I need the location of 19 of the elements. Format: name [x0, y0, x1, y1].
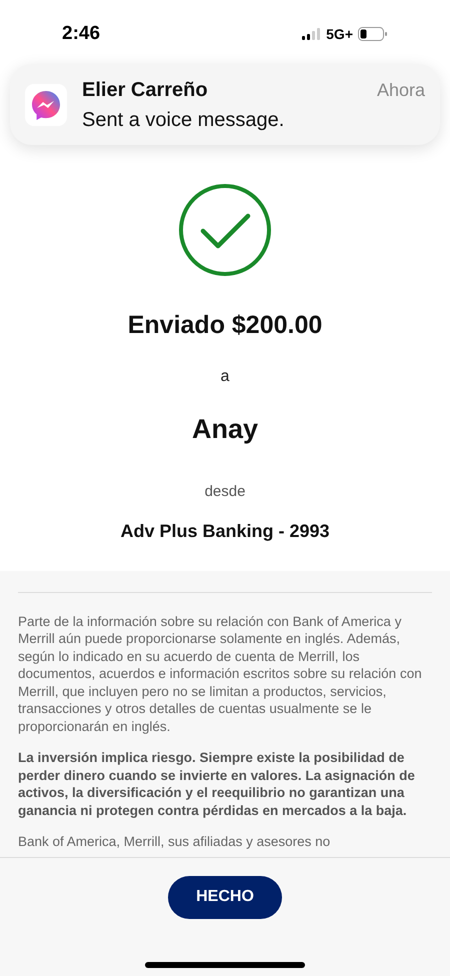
notification-message: Sent a voice message. — [82, 108, 286, 132]
success-check-icon — [178, 183, 272, 277]
status-time: 2:46 — [62, 22, 100, 46]
network-label: 5G+ — [326, 24, 353, 44]
to-label: a — [220, 366, 230, 386]
signal-icon — [302, 28, 322, 40]
account-name: Adv Plus Banking - 2993 — [120, 520, 330, 543]
disclosure-paragraph: Parte de la información sobre su relación con Bank of America y Merrill aún puede proporcionarse solamente en inglés. Además, según lo indicado en su acuerdo de cuenta de Merrill, los documentos, acuerdos e información escritos sobre su relación con Merrill, que incluyen pero no se limitan a productos, servicios, transacciones y otros detalles de cuentas usualmente se le proporcionarán en inglés. — [18, 612, 423, 735]
disclosure-paragraph: La inversión implica riesgo. Siempre existe la posibilidad de perder dinero cuando se invierte en valores. La asignación de activos, la diversificación y el reequilibrio no garantizan una ganancia ni protegen contra pérdidas en mercados a la baja. — [18, 749, 416, 819]
notification-sender: Elier Carreño — [82, 78, 208, 102]
amount-sent-title: Enviado $200.00 — [128, 310, 322, 341]
disclosure-paragraph: Bank of America, Merrill, sus afiliadas y asesores no — [18, 833, 332, 850]
battery-icon — [358, 27, 388, 41]
done-button[interactable]: HECHO — [168, 876, 282, 918]
from-label: desde — [204, 482, 246, 502]
recipient-name: Anay — [192, 412, 258, 446]
notification-banner[interactable]: Elier Carreño Ahora Sent a voice message. — [10, 64, 440, 145]
notification-time: Ahora — [376, 78, 425, 102]
messenger-icon — [25, 84, 67, 126]
